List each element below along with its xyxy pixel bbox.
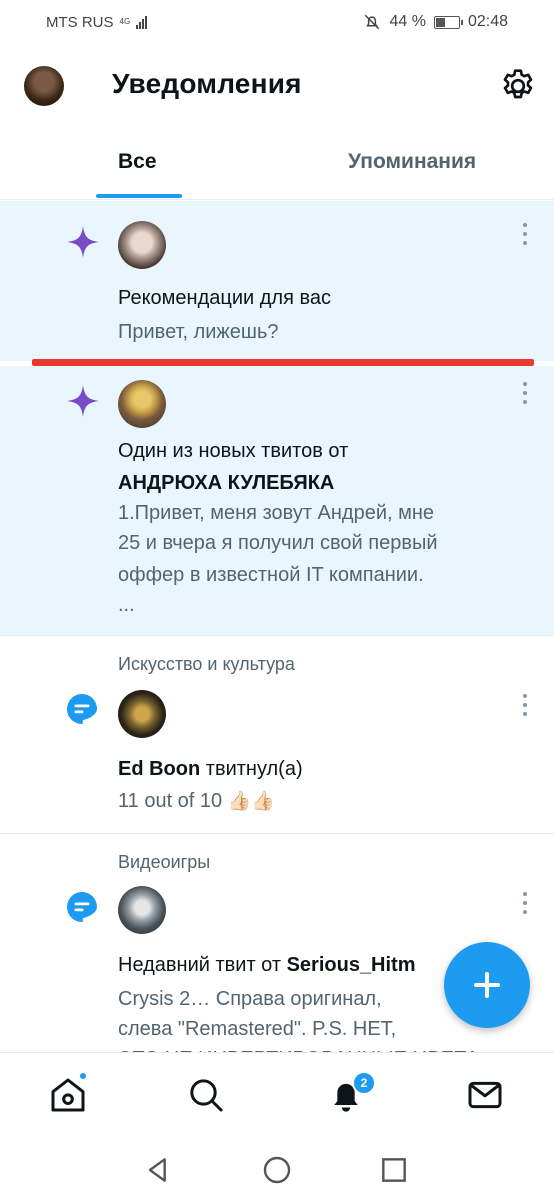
tab-bar: Все Упоминания [0,128,554,200]
speech-bubble-icon [67,694,97,724]
notification-text: 11 out of 10 👍🏻👍🏻 [118,786,518,817]
status-bar: MTS RUS 4G 44 % 02:48 [0,0,554,44]
home-circle-icon[interactable] [261,1154,293,1186]
avatar[interactable] [118,380,166,428]
more-options-icon[interactable] [522,382,528,404]
network-type: 4G [119,17,131,26]
status-right: 44 % 02:48 [363,13,508,31]
back-icon[interactable] [142,1154,174,1186]
notification-text-line: ЭТО НЕ ИНВЕРТИРОВАННЫЕ ЦВЕТА [118,1044,518,1052]
notification-text-line: 1.Привет, меня зовут Андрей, мне [118,502,435,524]
system-nav-bar [0,1140,554,1200]
avatar[interactable] [118,886,166,934]
home-icon[interactable] [48,1075,88,1115]
bottom-nav: 2 [0,1052,554,1140]
battery-percent: 44 % [389,13,426,30]
notification-item[interactable]: Рекомендации для вас Привет, лижешь? [0,201,554,361]
speech-bubble-icon [67,892,97,922]
notification-title: Рекомендации для вас [118,287,331,309]
avatar[interactable] [118,221,166,269]
notifications-badge: 2 [352,1071,376,1095]
notification-item[interactable]: Один из новых твитов от АНДРЮХА КУЛЕБЯКА… [0,366,554,636]
notification-title-prefix: Недавний твит от [118,954,282,976]
profile-avatar[interactable] [24,66,64,106]
active-tab-indicator [96,194,182,198]
home-new-dot [78,1071,88,1081]
notification-title: Недавний твит от Serious_Hitm [118,950,458,980]
notification-text-line: ... [118,594,135,616]
signal-icon [136,15,148,29]
thumbs-up-emoji: 👍🏻👍🏻 [227,791,276,812]
page-title: Уведомления [112,68,302,99]
notification-title: Ed Boon твитнул(а) [118,754,518,784]
sparkle-icon [67,226,99,258]
messages-icon[interactable] [465,1075,505,1115]
compose-tweet-button[interactable] [444,942,530,1028]
divider [0,833,554,834]
bell-muted-icon [365,14,380,30]
notification-title: Один из новых твитов от [118,440,349,462]
battery-icon [433,15,463,29]
notification-action: твитнул(а) [205,758,303,780]
carrier-label: MTS RUS [46,13,114,31]
notification-author[interactable]: Serious_Hitm [287,954,416,976]
notification-author[interactable]: АНДРЮХА КУЛЕБЯКА [118,468,518,498]
tab-mentions[interactable]: Упоминания [348,150,476,174]
notification-author[interactable]: Ed Boon [118,758,200,780]
notification-category: Видеоигры [118,852,211,872]
search-icon[interactable] [186,1075,226,1115]
notification-text-body: 11 out of 10 [118,790,223,812]
red-annotation-line [32,359,534,366]
status-left: MTS RUS 4G [46,13,148,31]
recents-square-icon[interactable] [378,1154,410,1186]
more-options-icon[interactable] [522,892,528,914]
notification-item[interactable]: Искусство и культура Ed Boon твитнул(а) … [0,636,554,834]
notification-text-line: 25 и вчера я получил свой первый [118,532,438,554]
notification-category: Искусство и культура [118,654,295,674]
avatar[interactable] [118,690,166,738]
notification-text-line: оффер в известной IT компании. [118,564,424,586]
sparkle-icon [67,385,99,417]
tab-all[interactable]: Все [118,150,157,174]
notification-subtitle: Привет, лижешь? [118,321,279,343]
more-options-icon[interactable] [522,694,528,716]
clock: 02:48 [467,13,508,30]
notification-text-line: слева "Remastered". P.S. НЕТ, [118,1018,397,1040]
settings-gear-icon[interactable] [498,66,538,106]
more-options-icon[interactable] [522,223,528,245]
app-header: Уведомления [0,44,554,128]
